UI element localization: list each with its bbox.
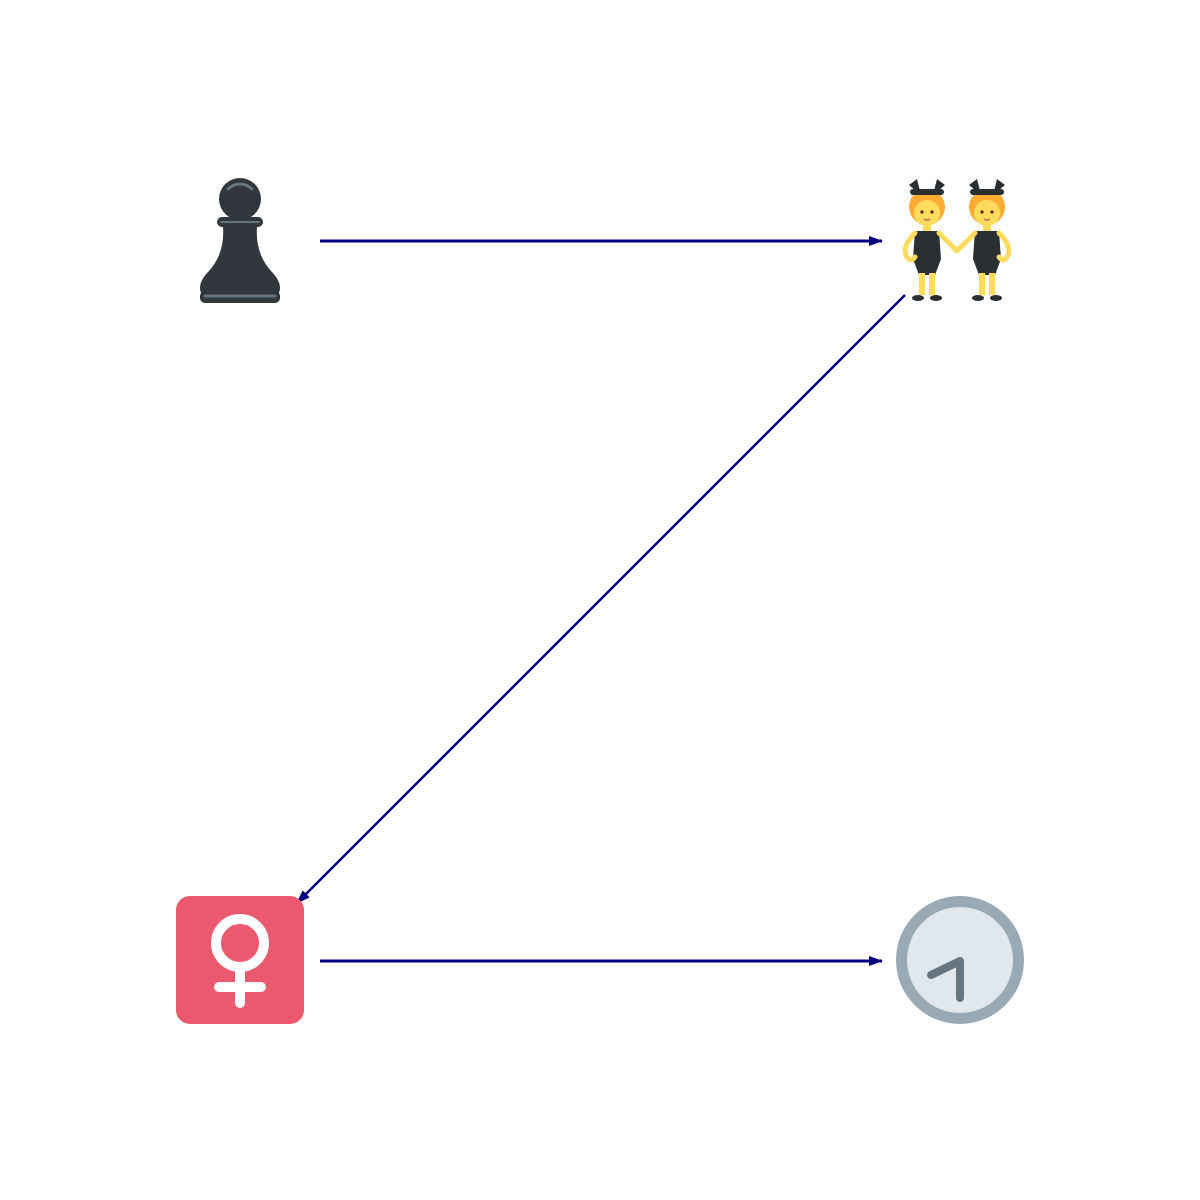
node-pawn	[175, 175, 305, 305]
node-dancers	[895, 175, 1025, 305]
node-female	[175, 895, 305, 1025]
diagram-canvas	[0, 0, 1200, 1200]
female-sign-icon	[176, 896, 304, 1024]
people-with-bunny-ears-icon	[902, 179, 1012, 301]
edge-dancers-to-female	[296, 294, 906, 904]
black-chess-pawn-icon	[200, 178, 280, 303]
clock-seven-oclock-icon	[896, 896, 1024, 1024]
node-clock	[895, 895, 1025, 1025]
